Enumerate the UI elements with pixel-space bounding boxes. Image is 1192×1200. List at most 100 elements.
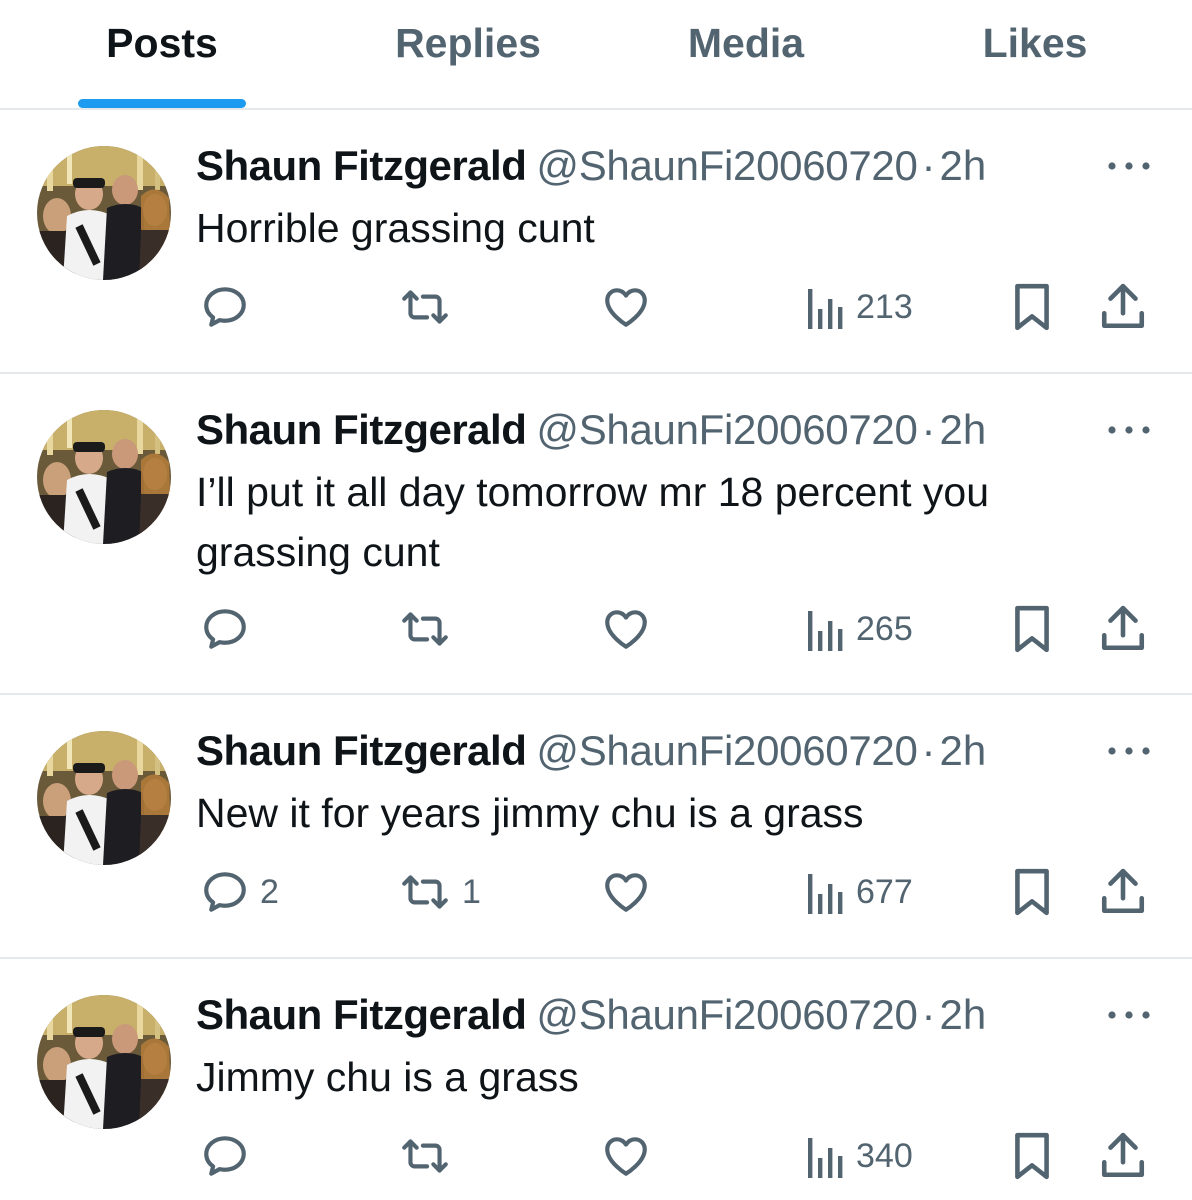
avatar[interactable]: [37, 995, 171, 1129]
bookmark-button[interactable]: [1012, 862, 1052, 922]
more-options-icon[interactable]: [1104, 420, 1154, 440]
views-count: 213: [856, 288, 913, 326]
share-button[interactable]: [1100, 862, 1146, 922]
post-header: Shaun Fitzgerald @ShaunFi20060720·2h: [196, 990, 986, 1040]
views-button[interactable]: 340: [806, 1126, 913, 1186]
avatar[interactable]: [37, 731, 171, 865]
repost-button[interactable]: [398, 277, 462, 337]
share-icon: [1100, 867, 1146, 917]
bookmark-button[interactable]: [1012, 277, 1052, 337]
post[interactable]: Shaun Fitzgerald @ShaunFi20060720·2h New …: [0, 695, 1192, 959]
share-icon: [1100, 282, 1146, 332]
avatar[interactable]: [37, 146, 171, 280]
author-handle[interactable]: @ShaunFi20060720: [536, 406, 917, 453]
tab-posts[interactable]: Posts: [80, 18, 244, 68]
separator-dot: ·: [921, 406, 936, 453]
share-icon: [1100, 1131, 1146, 1181]
bookmark-icon: [1012, 282, 1052, 332]
author-handle[interactable]: @ShaunFi20060720: [536, 142, 917, 189]
avatar[interactable]: [37, 410, 171, 544]
share-button[interactable]: [1100, 1126, 1146, 1186]
repost-button[interactable]: [398, 1126, 462, 1186]
post-header: Shaun Fitzgerald @ShaunFi20060720·2h: [196, 141, 986, 191]
bookmark-icon: [1012, 867, 1052, 917]
repost-icon: [398, 867, 452, 917]
share-button[interactable]: [1100, 277, 1146, 337]
bookmark-icon: [1012, 1131, 1052, 1181]
share-icon: [1100, 604, 1146, 654]
views-button[interactable]: 265: [806, 599, 913, 659]
post-timestamp[interactable]: 2h: [940, 991, 987, 1038]
views-chart-icon: [806, 607, 846, 651]
tab-media[interactable]: Media: [660, 18, 832, 68]
views-chart-icon: [806, 285, 846, 329]
repost-button[interactable]: 1: [398, 862, 481, 922]
separator-dot: ·: [921, 142, 936, 189]
share-button[interactable]: [1100, 599, 1146, 659]
repost-button[interactable]: [398, 599, 462, 659]
repost-count: 1: [462, 873, 481, 911]
reply-icon: [200, 282, 250, 332]
post[interactable]: Shaun Fitzgerald @ShaunFi20060720·2h I’ll…: [0, 374, 1192, 695]
post-text: Horrible grassing cunt: [196, 205, 595, 251]
post-timestamp[interactable]: 2h: [940, 406, 987, 453]
heart-icon: [600, 282, 652, 332]
views-button[interactable]: 213: [806, 277, 913, 337]
author-handle[interactable]: @ShaunFi20060720: [536, 727, 917, 774]
bookmark-icon: [1012, 604, 1052, 654]
post-text: New it for years jimmy chu is a grass: [196, 790, 864, 836]
like-button[interactable]: [600, 599, 662, 659]
post-header: Shaun Fitzgerald @ShaunFi20060720·2h: [196, 726, 986, 776]
author-name[interactable]: Shaun Fitzgerald: [196, 406, 527, 453]
views-count: 677: [856, 873, 913, 911]
author-handle[interactable]: @ShaunFi20060720: [536, 991, 917, 1038]
post-actions: 265: [0, 599, 1192, 659]
heart-icon: [600, 867, 652, 917]
reply-icon: [200, 867, 250, 917]
like-button[interactable]: [600, 1126, 662, 1186]
post-text: Jimmy chu is a grass: [196, 1054, 579, 1100]
active-tab-indicator: [78, 99, 246, 108]
post-timestamp[interactable]: 2h: [940, 142, 987, 189]
views-button[interactable]: 677: [806, 862, 913, 922]
tab-likes[interactable]: Likes: [960, 18, 1110, 68]
bookmark-button[interactable]: [1012, 1126, 1052, 1186]
post-actions: 340: [0, 1126, 1192, 1186]
reply-icon: [200, 1131, 250, 1181]
post-header: Shaun Fitzgerald @ShaunFi20060720·2h: [196, 405, 986, 455]
tab-replies[interactable]: Replies: [368, 18, 568, 68]
reply-button[interactable]: [200, 599, 260, 659]
views-count: 265: [856, 610, 913, 648]
bookmark-button[interactable]: [1012, 599, 1052, 659]
repost-icon: [398, 1131, 452, 1181]
more-options-icon[interactable]: [1104, 1005, 1154, 1025]
reply-icon: [200, 604, 250, 654]
post-text: I’ll put it all day tomorrow mr 18 perce…: [196, 469, 989, 575]
more-options-icon[interactable]: [1104, 741, 1154, 761]
reply-count: 2: [260, 873, 279, 911]
views-chart-icon: [806, 1134, 846, 1178]
author-name[interactable]: Shaun Fitzgerald: [196, 142, 527, 189]
heart-icon: [600, 604, 652, 654]
post-timestamp[interactable]: 2h: [940, 727, 987, 774]
post[interactable]: Shaun Fitzgerald @ShaunFi20060720·2h Horr…: [0, 110, 1192, 374]
like-button[interactable]: [600, 862, 662, 922]
author-name[interactable]: Shaun Fitzgerald: [196, 727, 527, 774]
repost-icon: [398, 604, 452, 654]
views-count: 340: [856, 1137, 913, 1175]
repost-icon: [398, 282, 452, 332]
post-actions: 2 1 677: [0, 862, 1192, 922]
more-options-icon[interactable]: [1104, 156, 1154, 176]
profile-tabs: Posts Replies Media Likes: [0, 0, 1192, 110]
post[interactable]: Shaun Fitzgerald @ShaunFi20060720·2h Jimm…: [0, 959, 1192, 1200]
reply-button[interactable]: [200, 1126, 260, 1186]
post-actions: 213: [0, 277, 1192, 337]
author-name[interactable]: Shaun Fitzgerald: [196, 991, 527, 1038]
reply-button[interactable]: [200, 277, 260, 337]
separator-dot: ·: [921, 727, 936, 774]
views-chart-icon: [806, 870, 846, 914]
separator-dot: ·: [921, 991, 936, 1038]
reply-button[interactable]: 2: [200, 862, 279, 922]
like-button[interactable]: [600, 277, 662, 337]
heart-icon: [600, 1131, 652, 1181]
